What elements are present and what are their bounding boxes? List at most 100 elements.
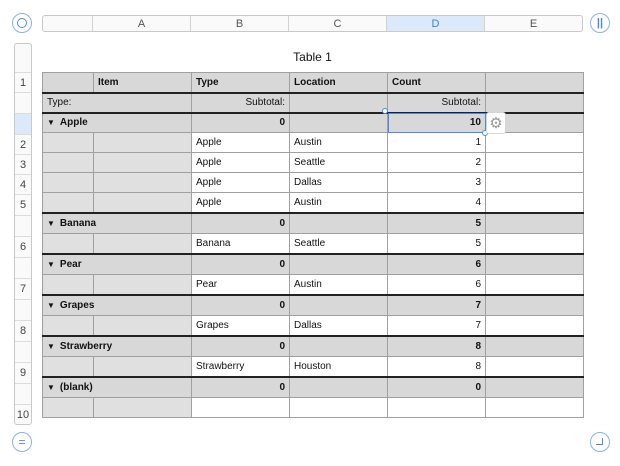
- column-header-a[interactable]: A: [93, 16, 191, 31]
- row-cell-e[interactable]: [485, 192, 584, 214]
- row-header-subtotal[interactable]: [15, 92, 31, 113]
- row-cell-a[interactable]: [42, 192, 94, 214]
- row-cell-type[interactable]: Apple: [191, 152, 290, 173]
- selection-handle-top-left[interactable]: [382, 108, 388, 114]
- row-cell-item[interactable]: [93, 356, 192, 378]
- group-label-strawberry[interactable]: ▼ Strawberry: [42, 334, 192, 357]
- group-cell-c[interactable]: [289, 111, 388, 133]
- header-cell-type[interactable]: Type: [191, 72, 290, 94]
- header-cell-count[interactable]: Count: [387, 72, 486, 94]
- row-cell-item[interactable]: [93, 274, 192, 296]
- row-cell-location[interactable]: Seattle: [289, 152, 388, 173]
- row-cell-e[interactable]: [485, 172, 584, 193]
- group-cell-e[interactable]: [485, 211, 584, 234]
- row-header-6[interactable]: 6: [15, 236, 31, 257]
- group-label-pear[interactable]: ▼ Pear: [42, 252, 192, 275]
- row-cell-location[interactable]: Houston: [289, 356, 388, 378]
- triangle-down-icon[interactable]: ▼: [47, 342, 55, 351]
- group-cell-c[interactable]: [289, 252, 388, 275]
- row-cell-a[interactable]: [42, 152, 94, 173]
- row-cell-item[interactable]: [93, 192, 192, 214]
- row-header-group-grapes[interactable]: [15, 299, 31, 320]
- row-cell-e[interactable]: [485, 356, 584, 378]
- row-cell-type[interactable]: Banana: [191, 233, 290, 255]
- row-header-10[interactable]: 10: [15, 404, 31, 425]
- row-cell-type[interactable]: Pear: [191, 274, 290, 296]
- row-cell-e[interactable]: [485, 274, 584, 296]
- group-subtotal-b[interactable]: 0: [191, 211, 290, 234]
- row-cell-a[interactable]: [42, 233, 94, 255]
- header-cell-item[interactable]: Item: [93, 72, 192, 94]
- row-cell-type[interactable]: Apple: [191, 192, 290, 214]
- gear-icon[interactable]: ⚙: [486, 112, 506, 134]
- row-cell-item[interactable]: [93, 233, 192, 255]
- group-cell-c[interactable]: [289, 375, 388, 398]
- row-cell-e[interactable]: [485, 132, 584, 153]
- column-header-c[interactable]: C: [289, 16, 387, 31]
- column-header-d[interactable]: D: [387, 16, 485, 31]
- row-cell-e[interactable]: [485, 152, 584, 173]
- column-header-b[interactable]: B: [191, 16, 289, 31]
- row-cell-count[interactable]: 8: [387, 356, 486, 378]
- row-cell-location[interactable]: Austin: [289, 274, 388, 296]
- row-cell-item[interactable]: [93, 172, 192, 193]
- group-cell-e[interactable]: [485, 375, 584, 398]
- row-header-group-pear[interactable]: [15, 257, 31, 278]
- row-header-group-apple[interactable]: [15, 113, 31, 134]
- subtotal-label-b[interactable]: Subtotal:: [191, 92, 290, 113]
- type-category-label[interactable]: Type:: [42, 92, 192, 113]
- row-cell-count[interactable]: 4: [387, 192, 486, 214]
- row-header-8[interactable]: 8: [15, 320, 31, 341]
- group-subtotal-b[interactable]: 0: [191, 334, 290, 357]
- row-header-2[interactable]: 2: [15, 134, 31, 154]
- group-subtotal-b[interactable]: 0: [191, 252, 290, 275]
- row-header-4[interactable]: 4: [15, 174, 31, 194]
- triangle-down-icon[interactable]: ▼: [47, 219, 55, 228]
- group-cell-e[interactable]: [485, 293, 584, 316]
- group-subtotal-b[interactable]: 0: [191, 375, 290, 398]
- group-subtotal-d[interactable]: 10: [387, 111, 486, 133]
- group-subtotal-b[interactable]: 0: [191, 293, 290, 316]
- row-cell-item[interactable]: [93, 315, 192, 337]
- row-header-7[interactable]: 7: [15, 278, 31, 299]
- row-cell-count[interactable]: 5: [387, 233, 486, 255]
- row-cell-count[interactable]: 1: [387, 132, 486, 153]
- row-header-group-banana[interactable]: [15, 215, 31, 236]
- row-cell-type[interactable]: Strawberry: [191, 356, 290, 378]
- row-cell-location[interactable]: Seattle: [289, 233, 388, 255]
- row-header-1[interactable]: 1: [15, 72, 31, 92]
- group-cell-c[interactable]: [289, 334, 388, 357]
- row-header-5[interactable]: 5: [15, 194, 31, 215]
- select-table-button[interactable]: [12, 13, 32, 33]
- row-cell-count[interactable]: 3: [387, 172, 486, 193]
- row-cell-item[interactable]: [93, 132, 192, 153]
- resize-table-button[interactable]: [590, 432, 610, 452]
- group-cell-e[interactable]: [485, 252, 584, 275]
- table-title[interactable]: Table 1: [42, 50, 583, 64]
- group-subtotal-d[interactable]: 8: [387, 334, 486, 357]
- row-cell-type[interactable]: Apple: [191, 132, 290, 153]
- header-cell-a0[interactable]: [42, 72, 94, 94]
- row-cell-location[interactable]: Austin: [289, 192, 388, 214]
- triangle-down-icon[interactable]: ▼: [47, 260, 55, 269]
- row-cell-item[interactable]: [93, 397, 192, 418]
- row-cell-count[interactable]: [387, 397, 486, 418]
- row-cell-count[interactable]: 2: [387, 152, 486, 173]
- row-cell-e[interactable]: [485, 397, 584, 418]
- row-cell-item[interactable]: [93, 152, 192, 173]
- triangle-down-icon[interactable]: ▼: [47, 118, 55, 127]
- subtotal-label-e[interactable]: [485, 92, 584, 113]
- row-header-9[interactable]: 9: [15, 362, 31, 383]
- group-label-apple[interactable]: ▼ Apple: [42, 111, 192, 133]
- row-header-group-blank[interactable]: [15, 383, 31, 404]
- group-label-blank[interactable]: ▼ (blank): [42, 375, 192, 398]
- triangle-down-icon[interactable]: ▼: [47, 383, 55, 392]
- group-subtotal-d[interactable]: 6: [387, 252, 486, 275]
- row-cell-count[interactable]: 6: [387, 274, 486, 296]
- row-cell-e[interactable]: [485, 315, 584, 337]
- group-cell-c[interactable]: [289, 293, 388, 316]
- row-header-3[interactable]: 3: [15, 154, 31, 174]
- group-label-grapes[interactable]: ▼ Grapes: [42, 293, 192, 316]
- group-subtotal-b[interactable]: 0: [191, 111, 290, 133]
- row-cell-type[interactable]: Grapes: [191, 315, 290, 337]
